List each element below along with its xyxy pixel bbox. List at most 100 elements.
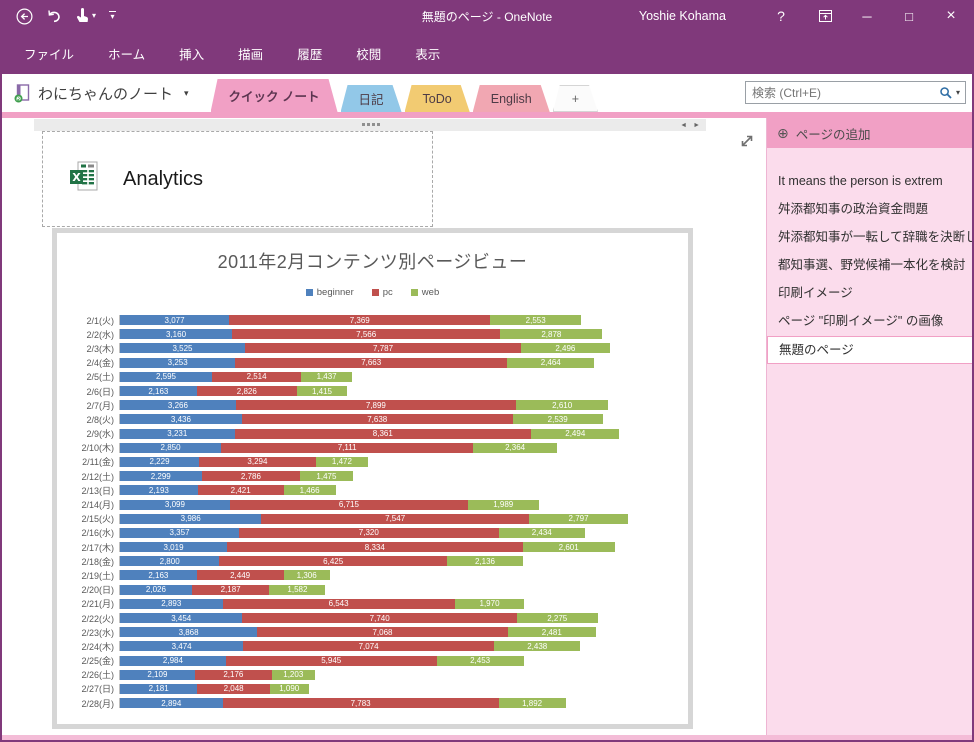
page-canvas[interactable]: ◄ ► X Analytics 2011年2月コンテンツ別ページビュー begi… bbox=[2, 118, 766, 735]
search-input[interactable] bbox=[746, 85, 939, 100]
bar-segment-beginner: 3,077 bbox=[120, 315, 230, 326]
minimize-button[interactable]: ─ bbox=[846, 0, 888, 32]
page-list-sidebar: ⊕ ページの追加 It means the person is extrem 舛添… bbox=[766, 118, 972, 735]
chart-row: 2/6(日) 2,163 2,826 1,415 bbox=[67, 384, 688, 398]
embedded-file-container[interactable]: X Analytics bbox=[42, 131, 433, 227]
bar-segment-beginner: 3,253 bbox=[120, 357, 236, 368]
bar-segment-beginner: 2,299 bbox=[120, 471, 202, 482]
stacked-bar: 2,229 3,294 1,472 bbox=[119, 456, 659, 467]
legend-item: pc bbox=[371, 287, 393, 298]
add-section-button[interactable]: + bbox=[553, 85, 598, 112]
customize-qat-button[interactable]: ▾ bbox=[109, 11, 117, 21]
chart-row: 2/26(土) 2,109 2,176 1,203 bbox=[67, 668, 688, 682]
bar-segment-beginner: 2,026 bbox=[120, 584, 192, 595]
bar-segment-pc: 2,514 bbox=[212, 371, 302, 382]
bar-segment-pc: 2,826 bbox=[196, 386, 297, 397]
page-list-item[interactable]: 舛添都知事が一転して辞職を決断し bbox=[767, 224, 972, 252]
ribbon-tab-history[interactable]: 履歴 bbox=[283, 38, 336, 69]
bar-segment-beginner: 2,984 bbox=[120, 655, 226, 666]
section-tab-english[interactable]: English bbox=[473, 85, 550, 112]
close-button[interactable]: × bbox=[930, 0, 972, 32]
stacked-bar: 3,986 7,547 2,797 bbox=[119, 513, 659, 524]
bar-segment-web: 2,494 bbox=[531, 428, 620, 439]
titlebar-controls: Yoshie Kohama ? ─ □ × bbox=[639, 0, 972, 32]
bar-segment-pc: 8,334 bbox=[227, 542, 523, 553]
undo-icon[interactable] bbox=[46, 9, 62, 24]
chart-row: 2/16(水) 3,357 7,320 2,434 bbox=[67, 526, 688, 540]
notebook-selector[interactable]: わにちゃんのノート ▾ bbox=[14, 74, 189, 112]
bar-segment-web: 2,364 bbox=[473, 442, 558, 453]
bar-segment-web: 2,797 bbox=[528, 513, 629, 524]
stacked-bar: 2,894 7,783 1,892 bbox=[119, 698, 659, 709]
category-label: 2/11(金) bbox=[82, 457, 114, 468]
section-tab-diary[interactable]: 日記 bbox=[341, 85, 402, 112]
back-icon[interactable] bbox=[16, 7, 33, 25]
add-page-label: ページの追加 bbox=[795, 127, 871, 142]
category-label: 2/23(水) bbox=[81, 627, 114, 638]
bar-segment-pc: 2,176 bbox=[194, 669, 272, 680]
chart-legend: beginner pc web bbox=[57, 287, 688, 298]
quick-access-toolbar: ▾ ▾ bbox=[16, 7, 117, 25]
chart-row: 2/21(月) 2,893 6,543 1,970 bbox=[67, 597, 688, 611]
maximize-button[interactable]: □ bbox=[888, 0, 930, 32]
excel-file-icon[interactable]: X bbox=[69, 161, 99, 198]
ribbon-tab-review[interactable]: 校閲 bbox=[342, 38, 395, 69]
help-button[interactable]: ? bbox=[760, 0, 802, 32]
full-page-view-button[interactable] bbox=[738, 132, 756, 150]
page-list-item[interactable]: ページ "印刷イメージ" の画像 bbox=[767, 308, 972, 336]
bar-segment-pc: 6,543 bbox=[222, 598, 455, 609]
scroll-right-button[interactable]: ► bbox=[693, 122, 700, 129]
chart-row: 2/2(水) 3,160 7,566 2,878 bbox=[67, 327, 688, 341]
ribbon-tab-file[interactable]: ファイル bbox=[10, 38, 88, 69]
bar-segment-web: 2,464 bbox=[507, 357, 595, 368]
ribbon-display-options-icon bbox=[818, 10, 832, 22]
scroll-left-button[interactable]: ◄ bbox=[680, 122, 687, 129]
stacked-bar: 2,850 7,111 2,364 bbox=[119, 442, 659, 453]
category-label: 2/19(土) bbox=[81, 570, 114, 581]
legend-item: web bbox=[410, 287, 439, 298]
bar-segment-beginner: 3,160 bbox=[120, 329, 233, 340]
search-icon[interactable] bbox=[939, 86, 953, 100]
page-list-item[interactable]: 舛添都知事の政治資金問題 bbox=[767, 196, 972, 224]
bar-segment-web: 1,415 bbox=[296, 386, 348, 397]
bar-segment-beginner: 3,474 bbox=[120, 641, 244, 652]
bar-segment-beginner: 3,357 bbox=[120, 527, 240, 538]
horizontal-scrollbar[interactable]: ◄ ► bbox=[34, 119, 706, 131]
legend-swatch bbox=[305, 289, 313, 296]
category-label: 2/27(日) bbox=[81, 684, 114, 695]
ribbon-display-options-button[interactable] bbox=[804, 0, 846, 32]
bar-segment-pc: 7,547 bbox=[261, 513, 529, 524]
section-tab-todo[interactable]: ToDo bbox=[405, 85, 470, 112]
ribbon-tab-view[interactable]: 表示 bbox=[401, 38, 454, 69]
bar-segment-pc: 7,783 bbox=[222, 698, 499, 709]
bar-segment-web: 2,496 bbox=[521, 343, 610, 354]
page-list-item[interactable]: It means the person is extrem bbox=[767, 168, 972, 196]
chart-row: 2/25(金) 2,984 5,945 2,453 bbox=[67, 654, 688, 668]
stacked-bar: 3,253 7,663 2,464 bbox=[119, 357, 659, 368]
touch-mouse-mode-button[interactable]: ▾ bbox=[75, 8, 96, 24]
stacked-bar: 2,163 2,449 1,306 bbox=[119, 570, 659, 581]
page-list-item[interactable]: 都知事選、野党候補一本化を検討 bbox=[767, 252, 972, 280]
ribbon-tab-home[interactable]: ホーム bbox=[94, 38, 159, 69]
bar-segment-beginner: 2,894 bbox=[120, 698, 223, 709]
section-tab-quick-notes[interactable]: クイック ノート bbox=[211, 79, 338, 112]
chart-printout[interactable]: 2011年2月コンテンツ別ページビュー beginner pc web 2/1(火)… bbox=[52, 228, 693, 729]
page-list-item[interactable]: 無題のページ bbox=[767, 336, 972, 364]
bar-segment-web: 2,610 bbox=[515, 400, 609, 411]
bar-segment-pc: 7,638 bbox=[241, 414, 513, 425]
chart-row: 2/4(金) 3,253 7,663 2,464 bbox=[67, 356, 688, 370]
ribbon-tab-insert[interactable]: 挿入 bbox=[165, 38, 218, 69]
ribbon-tab-draw[interactable]: 描画 bbox=[224, 38, 277, 69]
chart-row: 2/28(月) 2,894 7,783 1,892 bbox=[67, 696, 688, 710]
add-page-button[interactable]: ⊕ ページの追加 bbox=[767, 118, 972, 148]
page-list-item[interactable]: 印刷イメージ bbox=[767, 280, 972, 308]
stacked-bar: 2,800 6,425 2,136 bbox=[119, 556, 659, 567]
legend-swatch bbox=[371, 289, 379, 296]
bar-segment-beginner: 2,193 bbox=[120, 485, 198, 496]
search-scope-chevron-icon[interactable]: ▾ bbox=[956, 88, 960, 97]
bar-segment-pc: 7,111 bbox=[221, 442, 474, 453]
bar-segment-pc: 6,425 bbox=[219, 556, 448, 567]
chart-plot-area: 2/1(火) 3,077 7,369 2,553 2/2(水) 3,160 7,566 2,8… bbox=[67, 313, 688, 710]
account-user-name[interactable]: Yoshie Kohama bbox=[639, 9, 726, 23]
category-label: 2/1(火) bbox=[86, 315, 114, 326]
